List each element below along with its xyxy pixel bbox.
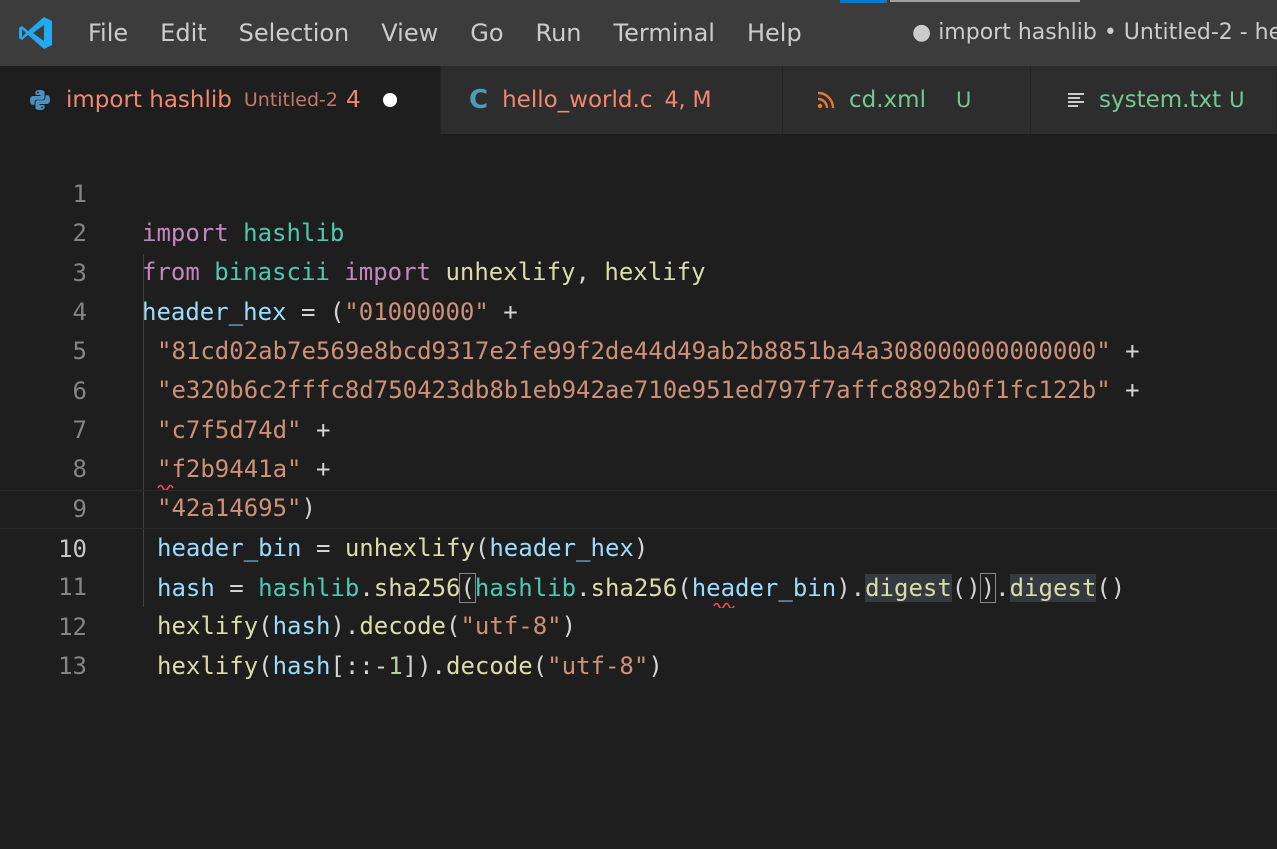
line-content: hexlify(hash[::-1]).decode("utf-8") [157,652,663,680]
code-line[interactable]: 2 from binascii import unhexlify, hexlif… [0,175,1277,286]
window-title: ● import hashlib • Untitled-2 - he [912,20,1277,45]
error-squiggle [713,602,735,608]
code-line[interactable]: 3 header_hex = ("01000000" + [0,215,1277,326]
code-line[interactable]: 5 "e320b6c2fffc8d750423db8b1eb942ae710e9… [0,293,1277,404]
code-editor[interactable]: 1 import hashlib 2 from binascii import … [0,134,1277,849]
line-number: 13 [58,652,87,680]
tab-label: import hashlib [66,87,232,113]
code-line[interactable]: 6 "c7f5d74d" + [0,333,1277,444]
tab-label: system.txt [1099,87,1222,113]
tab-cd-xml[interactable]: cd.xml U [783,66,1031,134]
vscode-logo-icon [18,15,54,51]
c-file-icon: C [469,85,489,115]
tab-status: 4, M [664,87,712,113]
tab-status: U [955,88,972,112]
code-line[interactable]: 7 "f2b9441a" + [0,372,1277,483]
menu-file[interactable]: File [72,19,144,47]
tab-label: cd.xml [849,87,926,113]
code-line-current[interactable]: 10 hash = hashlib.sha256(hashlib.sha256(… [0,490,1277,603]
tab-status: U [1229,88,1245,112]
menu-help[interactable]: Help [731,19,818,47]
code-line[interactable]: 12 hexlify(hash[::-1]).decode("utf-8") [0,569,1277,680]
tab-hello-world-c[interactable]: C hello_world.c 4, M [441,66,783,134]
unsaved-dot-icon[interactable] [382,93,397,107]
code-line[interactable]: 13 [0,608,1277,680]
editor-tab-bar: import hashlib Untitled-2 4 C hello_worl… [0,66,1277,134]
code-line[interactable]: 9 header_bin = unhexlify(header_hex) [0,451,1277,562]
text-file-icon [1067,91,1085,109]
menu-bar: File Edit Selection View Go Run Terminal… [72,19,818,47]
tab-problem-count: 4 [345,87,361,113]
menu-run[interactable]: Run [520,19,598,47]
tab-import-hashlib[interactable]: import hashlib Untitled-2 4 [0,66,441,134]
code-line[interactable]: 4 "81cd02ab7e569e8bcd9317e2fe99f2de44d49… [0,254,1277,365]
title-bar: File Edit Selection View Go Run Terminal… [0,0,1277,66]
code-line[interactable]: 11 hexlify(hash).decode("utf-8") [0,529,1277,640]
python-icon [28,88,52,112]
code-line[interactable]: 8 "42a14695") [0,411,1277,522]
menu-edit[interactable]: Edit [144,19,222,47]
code-line[interactable]: 1 import hashlib [0,136,1277,247]
tab-label: hello_world.c [502,87,653,113]
layout-indicator [840,0,887,3]
tab-description: Untitled-2 [243,89,338,111]
error-squiggle [157,484,174,490]
menu-terminal[interactable]: Terminal [598,19,731,47]
tab-system-txt[interactable]: system.txt U [1031,66,1277,134]
menu-go[interactable]: Go [454,19,519,47]
menu-selection[interactable]: Selection [223,19,366,47]
rss-icon [817,91,835,109]
menu-view[interactable]: View [365,19,454,47]
